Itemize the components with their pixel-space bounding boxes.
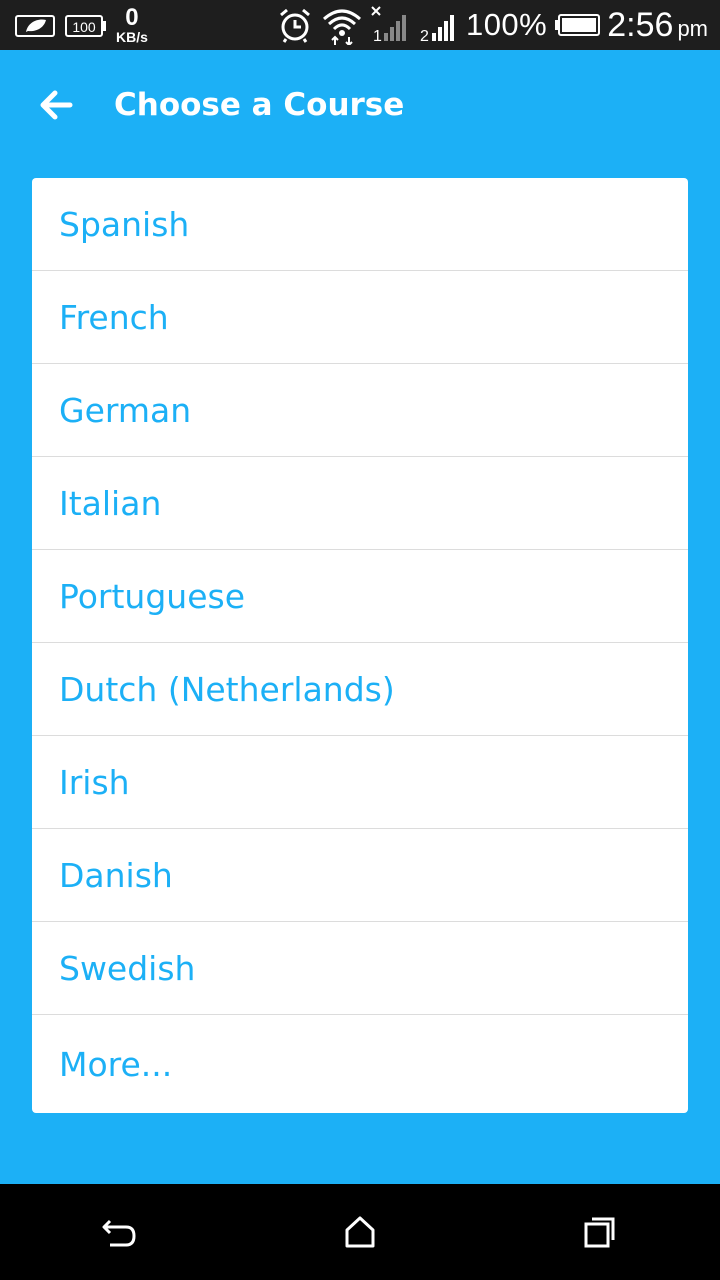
clock-ampm: pm: [677, 15, 708, 41]
status-bar: 100 0 KB/s 1 2 100% 2:56 pm: [0, 0, 720, 50]
back-icon: [102, 1219, 136, 1247]
status-right: 1 2 100% 2:56 pm: [276, 5, 720, 45]
network-speed-value: 0: [125, 4, 139, 31]
home-icon: [345, 1216, 375, 1248]
leaf-icon: [14, 10, 58, 40]
back-button[interactable]: [28, 77, 84, 133]
course-item-spanish[interactable]: Spanish: [32, 178, 688, 271]
battery-100-icon: 100: [64, 10, 108, 40]
course-list: Spanish French German Italian Portuguese…: [32, 178, 688, 1113]
svg-text:100: 100: [72, 19, 96, 35]
nav-back-button[interactable]: [80, 1192, 160, 1272]
app-bar: Choose a Course: [0, 50, 720, 160]
course-item-danish[interactable]: Danish: [32, 829, 688, 922]
status-left: 100 0 KB/s: [0, 6, 148, 44]
course-item-italian[interactable]: Italian: [32, 457, 688, 550]
network-speed: 0 KB/s: [116, 4, 148, 45]
sim1-label: 1: [373, 28, 382, 45]
navigation-bar: [0, 1184, 720, 1280]
course-item-swedish[interactable]: Swedish: [32, 922, 688, 1015]
clock-time: 2:56: [607, 5, 674, 44]
course-item-more[interactable]: More...: [32, 1015, 688, 1113]
signal-sim2-icon: 2: [418, 5, 460, 45]
network-speed-unit: KB/s: [116, 29, 148, 45]
svg-text:2: 2: [420, 28, 429, 45]
battery-icon: [553, 11, 601, 39]
clock: 2:56 pm: [607, 6, 708, 45]
course-item-dutch[interactable]: Dutch (Netherlands): [32, 643, 688, 736]
alarm-icon: [276, 6, 314, 44]
nav-home-button[interactable]: [320, 1192, 400, 1272]
course-item-irish[interactable]: Irish: [32, 736, 688, 829]
nav-recent-apps-button[interactable]: [560, 1192, 640, 1272]
battery-percent: 100%: [465, 7, 548, 42]
course-item-german[interactable]: German: [32, 364, 688, 457]
page-title: Choose a Course: [114, 87, 405, 123]
recent-apps-icon: [584, 1217, 615, 1248]
wifi-icon: [320, 5, 364, 45]
course-item-french[interactable]: French: [32, 271, 688, 364]
arrow-left-icon: [40, 90, 73, 120]
course-item-portuguese[interactable]: Portuguese: [32, 550, 688, 643]
signal-sim1-icon: 1: [370, 5, 412, 45]
